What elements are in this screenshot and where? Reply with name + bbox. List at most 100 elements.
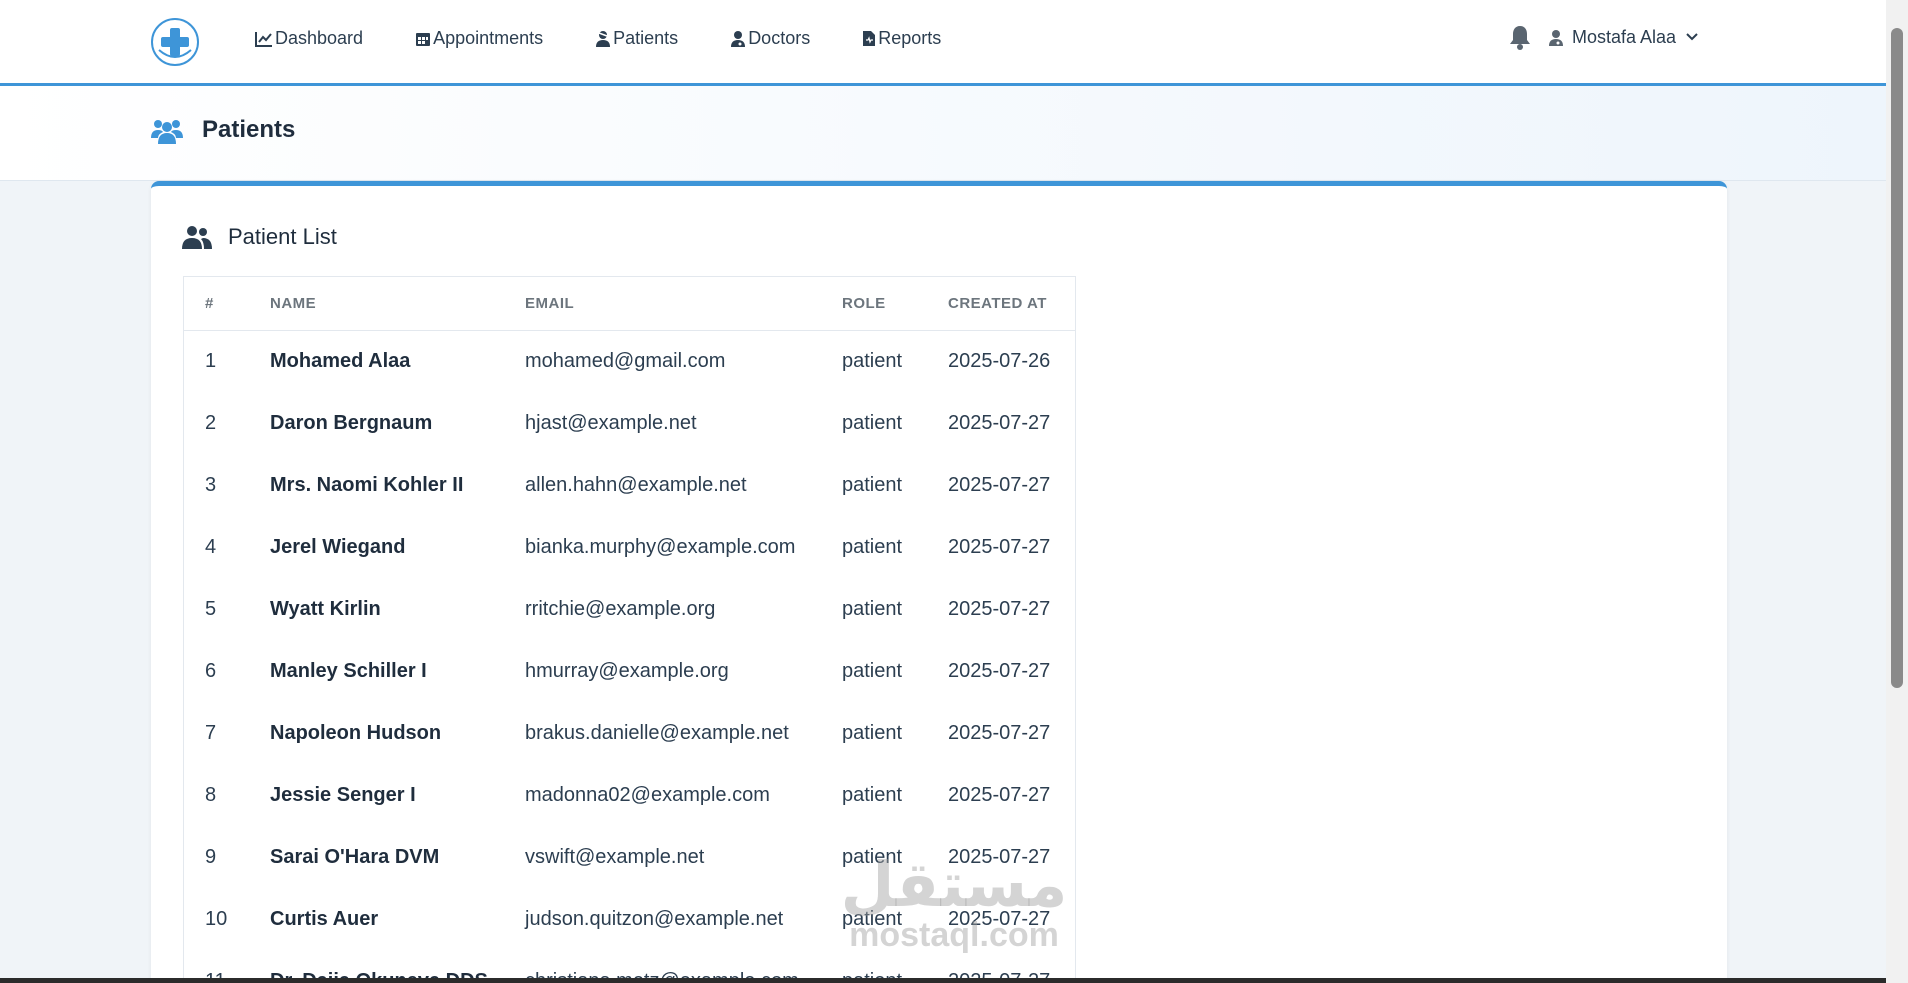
app-viewport: Dashboard Appointments Patients Doctors … [0,0,1886,978]
user-doctor-icon [1549,29,1563,46]
table-row[interactable]: 4 Jerel Wiegand bianka.murphy@example.co… [184,516,1075,578]
vertical-scrollbar[interactable] [1886,0,1908,983]
cell-name: Sarai O'Hara DVM [270,845,440,868]
cell-created-at: 2025-07-27 [948,473,1051,496]
cell-role: patient [842,411,903,434]
cell-created-at: 2025-07-27 [948,597,1051,620]
column-header-created-at[interactable]: CREATED AT [948,277,1075,331]
cell-name: Daron Bergnaum [270,411,433,434]
card-title: Patient List [228,224,337,249]
window-bottom-edge [0,978,1886,983]
cell-role: patient [842,721,903,744]
cell-name: Jessie Senger I [270,783,416,806]
nav-dashboard[interactable]: Dashboard [255,28,363,49]
cell-created-at: 2025-07-27 [948,721,1051,744]
page-title: Patients [202,116,296,143]
patients-table: # NAME EMAIL ROLE CREATED AT 1 Mohamed A… [184,277,1075,978]
cell-number: 7 [205,721,217,744]
cell-role: patient [842,473,903,496]
cell-number: 3 [205,473,217,496]
cell-role: patient [842,349,903,372]
cell-number: 10 [205,907,228,930]
scrollbar-thumb[interactable] [1891,28,1903,688]
cell-created-at: 2025-07-27 [948,659,1051,682]
table-row[interactable]: 5 Wyatt Kirlin rritchie@example.org pati… [184,578,1075,640]
cell-created-at: 2025-07-27 [948,535,1051,558]
patients-table-container[interactable]: # NAME EMAIL ROLE CREATED AT 1 Mohamed A… [183,276,1076,978]
nav-dashboard-label: Dashboard [275,28,364,48]
nav-appointments[interactable]: Appointments [415,28,543,49]
cell-created-at: 2025-07-27 [948,411,1051,434]
app-logo[interactable] [151,18,199,66]
cell-email: hmurray@example.org [525,659,729,682]
cell-name: Dr. Daija Okuneva DDS [270,950,525,979]
medical-cross-icon [158,28,192,58]
table-row[interactable]: 9 Sarai O'Hara DVM vswift@example.net pa… [184,826,1075,888]
cell-number: 4 [205,535,217,558]
cell-role: patient [842,783,903,806]
nav-reports[interactable]: Reports [862,28,941,49]
table-row[interactable]: 6 Manley Schiller I hmurray@example.org … [184,640,1075,702]
cell-role: patient [842,845,903,868]
nav-patients-label: Patients [613,28,679,48]
cell-role: patient [842,950,948,979]
page-header: Patients [0,86,1886,181]
cell-email: allen.hahn@example.net [525,473,747,496]
column-header-number[interactable]: # [184,277,270,331]
nav-doctors[interactable]: Doctors [730,28,810,49]
patient-list-card: Patient List # NAME EMAIL ROLE CREATED A… [151,181,1727,978]
cell-number: 11 [184,950,270,979]
cell-role: patient [842,659,903,682]
table-row[interactable]: 7 Napoleon Hudson brakus.danielle@exampl… [184,702,1075,764]
cell-number: 9 [205,845,217,868]
cell-created-at: 2025-07-27 [948,907,1051,930]
table-row[interactable]: 3 Mrs. Naomi Kohler II allen.hahn@exampl… [184,454,1075,516]
cell-email: madonna02@example.com [525,783,770,806]
cell-email: vswift@example.net [525,845,705,868]
cell-role: patient [842,535,903,558]
cell-email: brakus.danielle@example.net [525,721,789,744]
user-name: Mostafa Alaa [1572,26,1677,47]
column-header-name[interactable]: NAME [270,277,525,331]
user-menu-toggle[interactable]: Mostafa Alaa [1548,27,1698,48]
user-doctor-icon [731,31,746,47]
cell-number: 8 [205,783,217,806]
users-icon [151,120,183,144]
table-header-row: # NAME EMAIL ROLE CREATED AT [184,277,1075,331]
file-medical-icon [863,31,876,46]
cell-created-at: 2025-07-27 [948,950,1075,979]
bell-icon[interactable] [1508,24,1532,50]
cell-role: patient [842,907,903,930]
chevron-down-icon [1686,33,1698,41]
column-header-email[interactable]: EMAIL [525,277,842,331]
cell-email: christiana.metz@example.com [525,950,842,979]
nav-appointments-label: Appointments [433,28,544,48]
card-header: Patient List [182,224,337,250]
main-nav: Dashboard Appointments Patients Doctors … [255,28,993,49]
cell-name: Jerel Wiegand [270,535,406,558]
table-row[interactable]: 10 Curtis Auer judson.quitzon@example.ne… [184,888,1075,950]
cell-role: patient [842,597,903,620]
cell-name: Napoleon Hudson [270,721,442,744]
cell-name: Manley Schiller I [270,659,427,682]
table-row[interactable]: 1 Mohamed Alaa mohamed@gmail.com patient… [184,330,1075,392]
column-header-role[interactable]: ROLE [842,277,948,331]
chart-line-icon [255,31,272,47]
cell-name: Mohamed Alaa [270,349,411,372]
cell-email: judson.quitzon@example.net [525,907,784,930]
cell-name: Curtis Auer [270,907,379,930]
table-row[interactable]: 2 Daron Bergnaum hjast@example.net patie… [184,392,1075,454]
user-injured-icon [596,31,611,47]
nav-reports-label: Reports [878,28,942,48]
cell-email: mohamed@gmail.com [525,349,726,372]
cell-name: Mrs. Naomi Kohler II [270,473,464,496]
table-row[interactable]: 11 Dr. Daija Okuneva DDS christiana.metz… [184,950,1075,979]
user-group-icon [182,226,212,249]
cell-number: 2 [205,411,217,434]
top-navbar: Dashboard Appointments Patients Doctors … [0,0,1886,86]
nav-patients[interactable]: Patients [595,28,678,49]
calendar-icon [416,32,431,46]
table-row[interactable]: 8 Jessie Senger I madonna02@example.com … [184,764,1075,826]
cell-email: hjast@example.net [525,411,697,434]
cell-email: bianka.murphy@example.com [525,535,796,558]
